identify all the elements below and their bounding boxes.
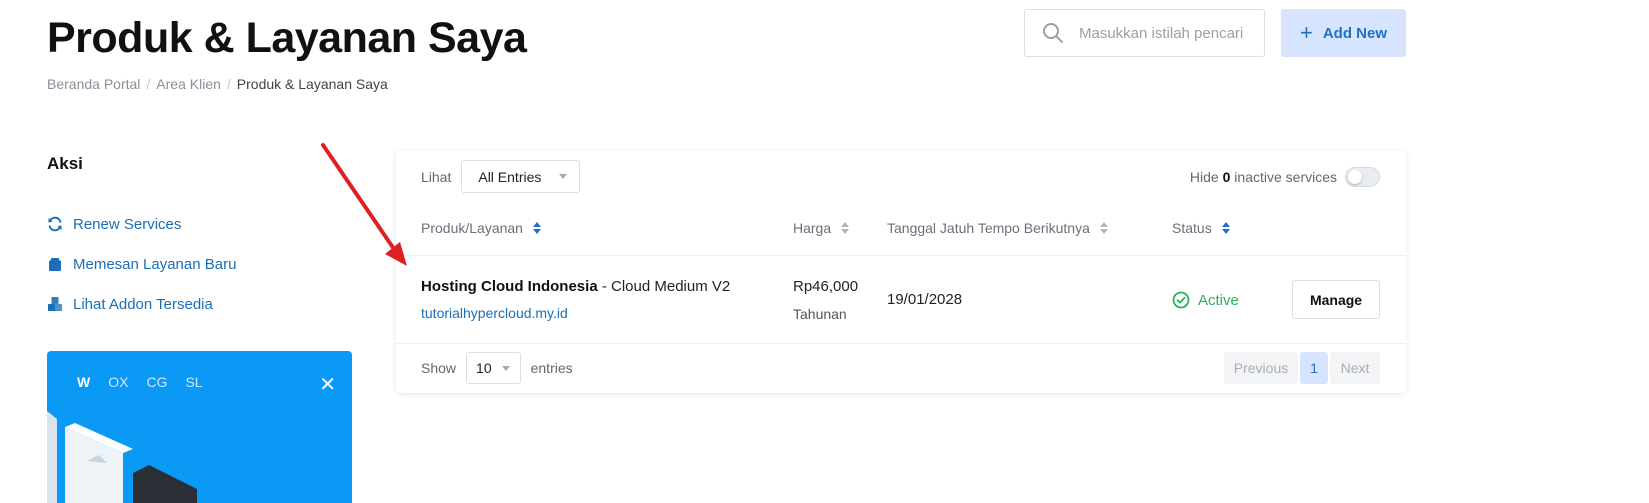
hide-inactive-control: Hide 0 inactive services: [1190, 167, 1380, 187]
search-input[interactable]: [1079, 24, 1249, 42]
header-divider: [396, 255, 1406, 256]
manage-button[interactable]: Manage: [1292, 280, 1380, 319]
product-name[interactable]: Hosting Cloud Indonesia - Cloud Medium V…: [421, 278, 730, 295]
billing-cycle: Tahunan: [793, 306, 847, 322]
breadcrumb-item-home[interactable]: Beranda Portal: [47, 76, 140, 92]
action-label: Renew Services: [73, 215, 182, 233]
page-size-select[interactable]: 10: [466, 352, 521, 384]
cubes-icon: [47, 296, 63, 312]
column-label: Tanggal Jatuh Tempo Berikutnya: [887, 220, 1090, 236]
action-renew-services[interactable]: Renew Services: [47, 204, 236, 244]
search-box[interactable]: [1024, 9, 1265, 57]
column-header-status[interactable]: Status: [1172, 220, 1230, 236]
action-view-addons[interactable]: Lihat Addon Tersedia: [47, 284, 236, 324]
breadcrumb-item-client-area[interactable]: Area Klien: [156, 76, 221, 92]
actions-list: Renew Services Memesan Layanan Baru Liha…: [47, 204, 236, 324]
hide-inactive-label: Hide 0 inactive services: [1190, 169, 1337, 185]
add-new-label: Add New: [1322, 24, 1388, 42]
hide-prefix: Hide: [1189, 169, 1219, 185]
services-table-card: Lihat All Entries Hide 0 inactive servic…: [396, 151, 1406, 393]
plus-icon: +: [1299, 20, 1313, 45]
hide-inactive-toggle[interactable]: [1345, 167, 1380, 187]
promo-banner: W OX CG SL ✕: [47, 351, 352, 503]
entries-filter: Lihat All Entries: [421, 160, 581, 193]
column-header-price[interactable]: Harga: [793, 220, 850, 236]
footer-divider: [396, 343, 1406, 344]
filter-value: All Entries: [478, 168, 542, 185]
status-text: Active: [1198, 291, 1239, 309]
chevron-down-icon: [559, 174, 568, 179]
action-order-new-service[interactable]: Memesan Layanan Baru: [47, 244, 236, 284]
action-label: Memesan Layanan Baru: [73, 255, 237, 273]
column-label: Harga: [793, 220, 832, 236]
page-size-control: Show 10 entries: [421, 352, 573, 384]
product-plan: - Cloud Medium V2: [597, 278, 731, 295]
column-label: Status: [1172, 220, 1212, 236]
sort-icon: [1221, 222, 1230, 234]
sort-icon: [1099, 222, 1108, 234]
add-new-button[interactable]: + Add New: [1281, 9, 1406, 57]
filter-label: Lihat: [421, 168, 452, 185]
product-title: Hosting Cloud Indonesia: [421, 278, 598, 295]
breadcrumb-item-current: Produk & Layanan Saya: [236, 76, 388, 92]
chevron-down-icon: [501, 365, 510, 371]
promo-illustration: [47, 411, 197, 503]
sync-icon: [47, 216, 63, 232]
sort-icon: [532, 222, 541, 234]
actions-title: Aksi: [47, 154, 83, 173]
hide-suffix: inactive services: [1234, 169, 1337, 185]
page-size-value: 10: [476, 360, 492, 376]
breadcrumb-separator: /: [146, 76, 151, 92]
check-circle-icon: [1172, 291, 1190, 309]
entries-label: entries: [530, 360, 573, 376]
sort-icon: [841, 222, 850, 234]
breadcrumb: Beranda Portal / Area Klien / Produk & L…: [47, 76, 388, 92]
column-header-product[interactable]: Produk/Layanan: [421, 220, 541, 236]
status-badge: Active: [1172, 291, 1239, 309]
breadcrumb-separator: /: [226, 76, 231, 92]
product-domain-link[interactable]: tutorialhypercloud.my.id: [421, 305, 568, 321]
shopping-bag-icon: [47, 256, 63, 272]
previous-page-button[interactable]: Previous: [1224, 352, 1298, 384]
pagination: Previous 1 Next: [1224, 352, 1380, 384]
product-price: Rp46,000: [793, 278, 859, 295]
page-title: Produk & Layanan Saya: [47, 14, 527, 62]
show-label: Show: [421, 360, 457, 376]
search-icon: [1043, 23, 1063, 43]
next-due-date: 19/01/2028: [887, 291, 963, 308]
next-page-button[interactable]: Next: [1330, 352, 1380, 384]
inactive-count: 0: [1222, 169, 1231, 185]
column-label: Produk/Layanan: [421, 220, 523, 236]
page-button-1[interactable]: 1: [1300, 352, 1328, 384]
filter-select[interactable]: All Entries: [461, 160, 581, 193]
column-header-due-date[interactable]: Tanggal Jatuh Tempo Berikutnya: [887, 220, 1108, 236]
action-label: Lihat Addon Tersedia: [73, 295, 213, 313]
